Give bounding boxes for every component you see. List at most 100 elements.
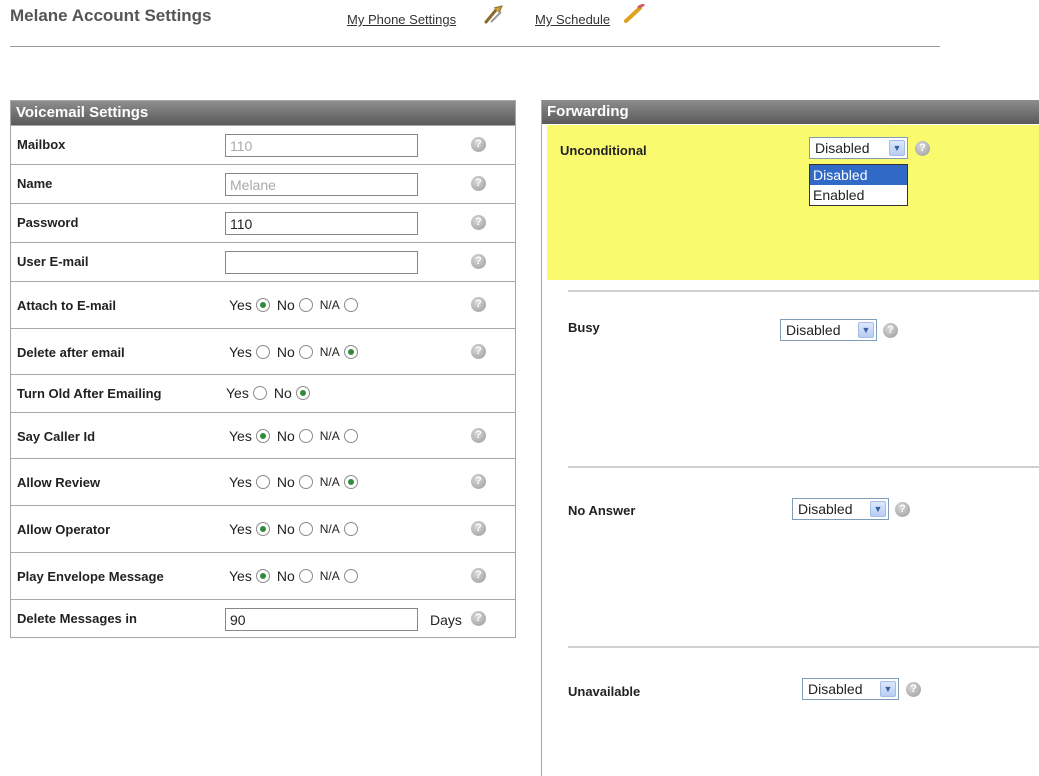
play-envelope-label: Play Envelope Message: [17, 569, 164, 584]
unconditional-label: Unconditional: [560, 143, 647, 158]
delete-messages-label: Delete Messages in: [17, 611, 137, 626]
help-icon[interactable]: ?: [471, 176, 486, 191]
chevron-down-icon[interactable]: ▼: [880, 681, 896, 697]
play-envelope-radios: Yes No N/A: [229, 567, 365, 584]
radio-na[interactable]: [343, 569, 358, 584]
radio-label-na: N/A: [319, 345, 340, 360]
dropdown-option-enabled[interactable]: Enabled: [810, 185, 907, 205]
password-input[interactable]: [225, 212, 418, 235]
radio-label-yes: Yes: [226, 385, 249, 402]
my-phone-settings-link[interactable]: My Phone Settings: [347, 12, 456, 27]
help-icon[interactable]: ?: [471, 254, 486, 269]
help-icon[interactable]: ?: [471, 344, 486, 359]
radio-yes[interactable]: [255, 298, 270, 313]
radio-yes[interactable]: [255, 429, 270, 444]
allow-operator-label: Allow Operator: [17, 522, 111, 537]
radio-yes[interactable]: [255, 475, 270, 490]
unconditional-select[interactable]: Disabled ▼: [809, 137, 908, 159]
chevron-down-icon[interactable]: ▼: [870, 501, 886, 517]
user-email-input[interactable]: [225, 251, 418, 274]
radio-no[interactable]: [298, 522, 313, 537]
help-icon[interactable]: ?: [471, 137, 486, 152]
radio-no[interactable]: [298, 569, 313, 584]
forwarding-divider: [568, 290, 1039, 292]
radio-yes[interactable]: [255, 522, 270, 537]
delete-after-email-label: Delete after email: [17, 345, 125, 360]
radio-na[interactable]: [343, 522, 358, 537]
dropdown-option-disabled[interactable]: Disabled: [810, 165, 907, 185]
radio-no[interactable]: [298, 429, 313, 444]
radio-label-yes: Yes: [229, 297, 252, 314]
radio-na[interactable]: [343, 345, 358, 360]
busy-select[interactable]: Disabled ▼: [780, 319, 877, 341]
help-icon[interactable]: ?: [471, 611, 486, 626]
help-icon[interactable]: ?: [895, 502, 910, 517]
my-schedule-link[interactable]: My Schedule: [535, 12, 610, 27]
unavailable-select-value: Disabled: [808, 681, 863, 697]
mailbox-label: Mailbox: [17, 137, 66, 152]
say-caller-id-radios: Yes No N/A: [229, 427, 365, 444]
header-divider: [10, 46, 940, 47]
forwarding-title: Forwarding: [542, 100, 1039, 124]
voicemail-settings-title: Voicemail Settings: [11, 101, 515, 125]
forwarding-panel: Forwarding Unconditional Disabled ▼ ? Di…: [541, 100, 1039, 776]
radio-label-na: N/A: [319, 429, 340, 444]
radio-label-na: N/A: [319, 522, 340, 537]
help-icon[interactable]: ?: [915, 141, 930, 156]
radio-na[interactable]: [343, 475, 358, 490]
days-label: Days: [430, 612, 462, 628]
user-email-label: User E-mail: [17, 254, 89, 269]
help-icon[interactable]: ?: [471, 215, 486, 230]
radio-label-no: No: [276, 521, 295, 538]
name-input[interactable]: [225, 173, 418, 196]
radio-label-yes: Yes: [229, 344, 252, 361]
chevron-down-icon[interactable]: ▼: [858, 322, 874, 338]
turn-old-row: Turn Old After Emailing Yes No: [11, 374, 515, 412]
name-row: Name ?: [11, 164, 515, 203]
radio-na[interactable]: [343, 429, 358, 444]
help-icon[interactable]: ?: [471, 297, 486, 312]
radio-label-no: No: [276, 428, 295, 445]
forwarding-divider: [568, 466, 1039, 468]
radio-yes[interactable]: [255, 569, 270, 584]
chevron-down-icon[interactable]: ▼: [889, 140, 905, 156]
help-icon[interactable]: ?: [906, 682, 921, 697]
radio-na[interactable]: [343, 298, 358, 313]
busy-select-value: Disabled: [786, 322, 841, 338]
radio-no[interactable]: [298, 345, 313, 360]
name-label: Name: [17, 176, 53, 191]
radio-label-no: No: [276, 568, 295, 585]
radio-no[interactable]: [298, 475, 313, 490]
radio-no[interactable]: [295, 386, 310, 401]
help-icon[interactable]: ?: [471, 521, 486, 536]
page-title: Melane Account Settings: [10, 6, 212, 25]
no-answer-label: No Answer: [568, 503, 636, 518]
forwarding-divider: [568, 646, 1039, 648]
turn-old-radios: Yes No: [226, 384, 317, 401]
radio-yes[interactable]: [255, 345, 270, 360]
attach-to-email-row: Attach to E-mail Yes No N/A ?: [11, 281, 515, 328]
help-icon[interactable]: ?: [471, 428, 486, 443]
user-email-row: User E-mail ?: [11, 242, 515, 281]
help-icon[interactable]: ?: [471, 474, 486, 489]
radio-label-na: N/A: [319, 569, 340, 584]
busy-label: Busy: [568, 320, 600, 335]
unavailable-select[interactable]: Disabled ▼: [802, 678, 899, 700]
radio-label-no: No: [276, 344, 295, 361]
radio-no[interactable]: [298, 298, 313, 313]
radio-label-no: No: [276, 297, 295, 314]
delete-after-email-radios: Yes No N/A: [229, 343, 365, 360]
delete-messages-row: Delete Messages in Days ?: [11, 599, 515, 637]
no-answer-select[interactable]: Disabled ▼: [792, 498, 889, 520]
mailbox-input[interactable]: [225, 134, 418, 157]
pencil-icon[interactable]: [624, 3, 646, 29]
delete-messages-input[interactable]: [225, 608, 418, 631]
help-icon[interactable]: ?: [471, 568, 486, 583]
unconditional-select-value: Disabled: [815, 140, 870, 156]
help-icon[interactable]: ?: [883, 323, 898, 338]
radio-label-na: N/A: [319, 475, 340, 490]
radio-yes[interactable]: [252, 386, 267, 401]
unconditional-dropdown: Disabled Enabled: [809, 164, 908, 206]
tools-icon[interactable]: [483, 4, 505, 29]
unavailable-label: Unavailable: [568, 684, 641, 699]
